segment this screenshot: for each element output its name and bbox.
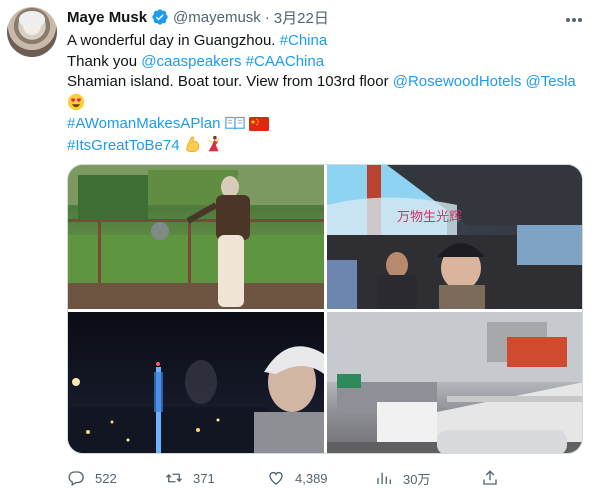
book-emoji — [224, 116, 245, 130]
retweet-button[interactable]: 371 — [165, 468, 215, 488]
hashtag-china[interactable]: #China — [280, 32, 328, 49]
text-segment: Shamian island. Boat tour. View from 103… — [67, 73, 393, 90]
hashtag-caachina[interactable]: #CAAChina — [246, 53, 324, 70]
reply-icon — [68, 471, 84, 486]
reply-count: 522 — [95, 470, 117, 486]
photo-boat-tour[interactable]: 万物生光辉 — [327, 165, 582, 309]
photo-tesla-street-image — [327, 312, 582, 453]
hashtag-itsgreattobe74[interactable]: #ItsGreatToBe74 — [67, 137, 180, 154]
photo-garden-terrace[interactable] — [68, 165, 324, 309]
text-line: #AWomanMakesAPlan — [67, 114, 587, 135]
like-count: 4,389 — [295, 470, 328, 486]
mention-tesla[interactable]: @Tesla — [526, 73, 576, 90]
share-icon — [483, 470, 497, 485]
photo-tesla-street[interactable] — [327, 312, 582, 453]
flexed-biceps-emoji — [186, 136, 199, 152]
author-handle[interactable]: @mayemusk — [173, 9, 261, 26]
more-icon[interactable] — [566, 9, 584, 23]
views-icon — [377, 472, 392, 484]
text-segment: Thank you — [67, 52, 142, 70]
views-button[interactable]: 30万 — [375, 468, 430, 488]
photo-night-view-image — [68, 346, 324, 453]
retweet-count: 371 — [193, 470, 215, 486]
share-button[interactable] — [481, 468, 509, 488]
photo-night-view[interactable] — [68, 312, 324, 453]
text-line — [67, 93, 587, 115]
author-name[interactable]: Maye Musk — [67, 9, 147, 26]
china-flag-emoji — [248, 117, 269, 131]
like-icon — [269, 471, 283, 485]
tweet-date[interactable]: 3月22日 — [274, 7, 329, 28]
svg-text:万物生光辉: 万物生光辉 — [397, 210, 462, 225]
tweet-text: A wonderful day in Guangzhou. #China Tha… — [67, 31, 587, 156]
hashtag-awomanmakesaplan[interactable]: #AWomanMakesAPlan — [67, 115, 220, 132]
views-count: 30万 — [403, 471, 431, 487]
photo-boat-tour-image: 万物生光辉 — [327, 165, 582, 309]
verified-badge-icon — [152, 9, 168, 25]
reply-button[interactable]: 522 — [67, 468, 117, 488]
text-segment: A wonderful day in Guangzhou. — [67, 32, 280, 49]
avatar[interactable] — [7, 7, 57, 57]
tweet-header: Maye Musk @mayemusk · 3月22日 — [67, 6, 329, 28]
mention-rosewoodhotels[interactable]: @RosewoodHotels — [393, 73, 522, 90]
tweet: Maye Musk @mayemusk · 3月22日 A wonderful … — [0, 0, 599, 491]
action-bar: 522 371 4,389 30万 — [67, 468, 587, 488]
text-line: Shamian island. Boat tour. View from 103… — [67, 72, 587, 93]
text-line: A wonderful day in Guangzhou. #China — [67, 31, 587, 52]
heart-eyes-emoji — [67, 93, 85, 110]
media-grid: 万物生光辉 — [67, 164, 583, 454]
retweet-icon — [166, 473, 182, 483]
text-line: #ItsGreatToBe74 — [67, 135, 587, 157]
mention-caaspeakers[interactable]: @caaspeakers — [141, 53, 241, 70]
dancer-emoji — [208, 135, 220, 151]
like-button[interactable]: 4,389 — [267, 468, 328, 488]
photo-garden-terrace-image — [68, 165, 324, 309]
separator-dot: · — [264, 8, 270, 26]
text-line: Thank you @caaspeakers #CAAChina — [67, 52, 587, 73]
